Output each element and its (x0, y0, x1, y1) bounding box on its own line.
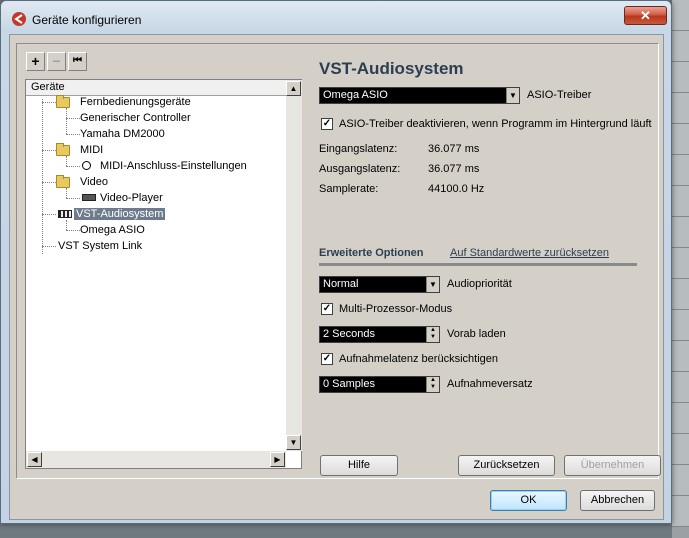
output-latency-label: Ausgangslatenz: (319, 163, 401, 175)
tree-item-label: VST-Audiosystem (74, 208, 166, 220)
tree-horizontal-scrollbar[interactable]: ◀ ▶ (26, 451, 286, 468)
tree-item-vst-audiosystem[interactable]: VST-Audiosystem (58, 207, 166, 222)
device-tree[interactable]: Geräte Fernbedienungsgeräte Generischer … (25, 79, 302, 469)
audio-priority-dropdown[interactable]: Normal ▼ (319, 276, 440, 293)
tree-column-header: Geräte (26, 80, 286, 96)
tree-item-video-player[interactable]: Video-Player (82, 191, 163, 206)
record-offset-label: Aufnahmeversatz (447, 378, 533, 390)
apply-button[interactable]: Übernehmen (564, 455, 661, 476)
tree-item-omega-asio[interactable]: Omega ASIO (80, 223, 145, 238)
tree-item-remote-devices[interactable]: Fernbedienungsgeräte (56, 95, 191, 110)
cubase-app-icon (12, 12, 26, 26)
tree-connector (66, 230, 80, 231)
device-setup-window: Geräte konfigurieren ✕ + − ⏮ Geräte Fern… (0, 0, 672, 524)
tree-item-label: Generischer Controller (80, 112, 191, 124)
page-title: VST-Audiosystem (319, 59, 464, 78)
title-bar[interactable]: Geräte konfigurieren ✕ (1, 1, 671, 35)
tree-item-label: Fernbedienungsgeräte (80, 96, 191, 108)
tree-connector (66, 108, 67, 134)
close-icon: ✕ (640, 8, 651, 23)
tree-item-yamaha-dm2000[interactable]: Yamaha DM2000 (80, 127, 165, 142)
record-latency-checkbox[interactable]: ✓ (321, 353, 333, 365)
audio-system-icon (58, 210, 72, 218)
scroll-up-icon[interactable]: ▲ (286, 81, 301, 96)
chevron-down-icon: ▼ (426, 277, 439, 292)
remove-device-button[interactable]: − (47, 52, 66, 71)
scroll-down-icon[interactable]: ▼ (286, 435, 301, 450)
stepper-arrows-icon[interactable]: ▲ ▼ (426, 327, 439, 342)
settings-panel: + − ⏮ Geräte Fernbedienungsgeräte Generi… (16, 43, 661, 479)
tree-item-label: Video (80, 176, 108, 188)
scroll-left-icon[interactable]: ◀ (27, 452, 42, 467)
audio-priority-value: Normal (323, 278, 359, 290)
tree-connector (66, 118, 80, 119)
tree-connector (42, 150, 56, 151)
multiprocessor-checkbox[interactable]: ✓ (321, 303, 333, 315)
tree-connector (66, 166, 80, 167)
tree-item-midi[interactable]: MIDI (56, 143, 103, 158)
tree-item-label: MIDI-Anschluss-Einstellungen (100, 160, 247, 172)
close-button[interactable]: ✕ (624, 6, 667, 25)
tree-item-label: VST System Link (58, 240, 143, 252)
preload-value: 2 Seconds (323, 328, 375, 340)
dialog-client-area: + − ⏮ Geräte Fernbedienungsgeräte Generi… (9, 34, 664, 520)
tree-connector (42, 182, 56, 183)
add-device-button[interactable]: + (26, 52, 45, 71)
background-app-strip (672, 0, 689, 538)
window-title: Geräte konfigurieren (32, 13, 142, 27)
preload-stepper[interactable]: 2 Seconds ▲ ▼ (319, 326, 440, 343)
tree-item-label: Yamaha DM2000 (80, 128, 165, 140)
stepper-arrows-icon[interactable]: ▲ ▼ (426, 377, 439, 392)
tree-item-midi-port-setup[interactable]: MIDI-Anschluss-Einstellungen (82, 159, 247, 174)
input-latency-value: 36.077 ms (428, 143, 480, 155)
tab-divider (319, 263, 637, 266)
record-latency-label: Aufnahmelatenz berücksichtigen (339, 353, 498, 365)
scroll-right-icon[interactable]: ▶ (270, 452, 285, 467)
input-latency-label: Eingangslatenz: (319, 143, 398, 155)
chevron-down-icon: ▼ (506, 88, 519, 103)
preload-label: Vorab laden (447, 328, 506, 340)
asio-driver-value: Omega ASIO (323, 89, 388, 101)
tree-item-video[interactable]: Video (56, 175, 108, 190)
reset-device-button[interactable]: ⏮ (68, 52, 87, 71)
tree-connector (66, 134, 80, 135)
help-button[interactable]: Hilfe (320, 455, 398, 476)
asio-driver-label: ASIO-Treiber (527, 89, 592, 101)
tree-connector (42, 246, 56, 247)
deactivate-driver-label: ASIO-Treiber deaktivieren, wenn Programm… (339, 118, 652, 130)
tree-item-label: MIDI (80, 144, 104, 156)
samplerate-label: Samplerate: (319, 183, 379, 195)
audio-priority-label: Audiopriorität (447, 278, 512, 290)
tree-connector (66, 198, 80, 199)
samplerate-value: 44100.0 Hz (428, 183, 485, 195)
record-offset-stepper[interactable]: 0 Samples ▲ ▼ (319, 376, 440, 393)
reset-button[interactable]: Zurücksetzen (458, 455, 555, 476)
tab-advanced-options[interactable]: Erweiterte Optionen (319, 247, 424, 259)
folder-icon (56, 95, 70, 108)
tree-connector (42, 102, 56, 103)
output-latency-value: 36.077 ms (428, 163, 480, 175)
asio-driver-dropdown[interactable]: Omega ASIO ▼ (319, 87, 520, 104)
tree-item-label: Video-Player (100, 192, 163, 204)
folder-icon (56, 143, 70, 156)
tree-item-generic-controller[interactable]: Generischer Controller (80, 111, 191, 126)
record-offset-value: 0 Samples (323, 378, 375, 390)
tree-connector (42, 214, 56, 215)
reset-defaults-link[interactable]: Auf Standardwerte zurücksetzen (450, 247, 609, 259)
ok-button[interactable]: OK (490, 490, 567, 511)
cancel-button[interactable]: Abbrechen (580, 490, 655, 511)
folder-icon (56, 175, 70, 188)
deactivate-driver-checkbox[interactable]: ✓ (321, 118, 333, 130)
midi-port-icon (82, 161, 91, 170)
tree-item-vst-system-link[interactable]: VST System Link (58, 239, 142, 254)
tree-vertical-scrollbar[interactable]: ▲ ▼ (286, 80, 302, 451)
video-player-icon (82, 194, 96, 201)
tree-item-label: Omega ASIO (80, 224, 145, 236)
tree-connector (42, 99, 43, 254)
multiprocessor-label: Multi-Prozessor-Modus (339, 303, 453, 315)
